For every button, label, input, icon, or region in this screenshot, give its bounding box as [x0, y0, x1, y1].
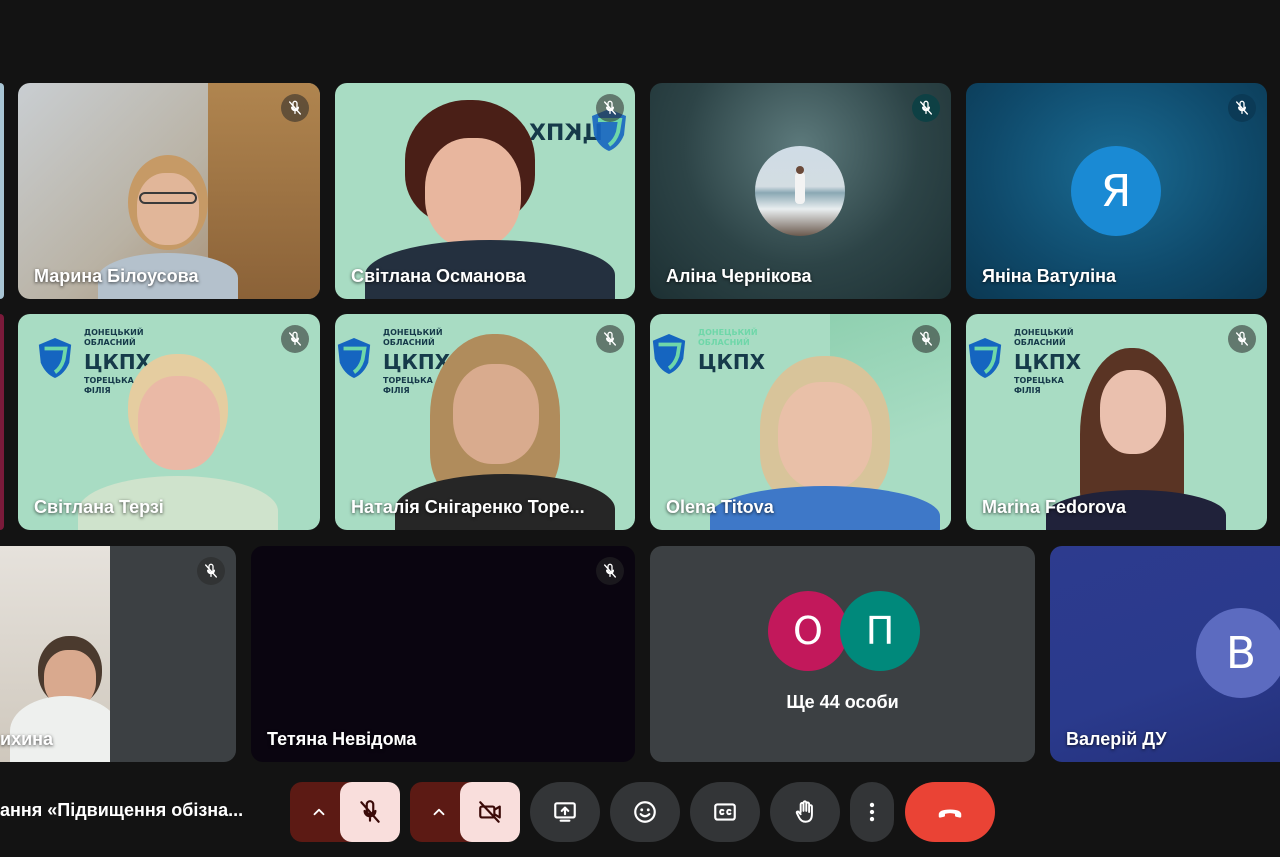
- chevron-up-icon: [313, 808, 325, 816]
- hangup-icon: [938, 809, 962, 818]
- mic-off-icon: [1228, 94, 1256, 122]
- captions-button[interactable]: [690, 782, 760, 842]
- mic-off-icon: [596, 557, 624, 585]
- mic-off-icon: [360, 800, 380, 823]
- raise-hand-icon: [795, 800, 813, 823]
- emoji-icon: [634, 801, 656, 823]
- chevron-up-icon: [433, 808, 445, 816]
- avatar: П: [840, 591, 920, 671]
- offscreen-tile-left-1: [0, 83, 4, 299]
- mic-off-icon: [281, 325, 309, 353]
- participant-tile[interactable]: ихина: [0, 546, 236, 762]
- participant-tile[interactable]: ДОНЕЦЬКИЙ ОБЛАСНИЙ ЦКПХ ТОРЕЦЬКА ФІЛІЯ Mar…: [966, 314, 1267, 530]
- mic-off-icon: [596, 94, 624, 122]
- camera-toggle-button[interactable]: [460, 782, 520, 842]
- avatar: О: [768, 591, 848, 671]
- raise-hand-button[interactable]: [770, 782, 840, 842]
- emoji-button[interactable]: [610, 782, 680, 842]
- participant-name: ихина: [0, 729, 54, 749]
- avatar: [755, 146, 845, 236]
- mic-off-icon: [596, 325, 624, 353]
- participant-tile[interactable]: ДОНЕЦЬКИЙ ОБЛАСНИЙ ЦКПХ ТОРЕЦЬКА ФІЛІЯ Нат…: [335, 314, 635, 530]
- participant-tile[interactable]: Я Яніна Ватуліна: [966, 83, 1267, 299]
- mic-off-icon: [1228, 325, 1256, 353]
- present-screen-icon: [554, 802, 576, 822]
- participant-tile[interactable]: ДОНЕЦЬКИЙ ОБЛАСНИЙ ЦКПХ ТОРЕЦЬКА ФІЛІЯ Сві…: [18, 314, 320, 530]
- participant-name: Світлана Терзі: [34, 497, 164, 517]
- participant-name: Марина Білоусова: [34, 266, 199, 286]
- more-participants-tile[interactable]: О П Ще 44 особи: [650, 546, 1035, 762]
- more-options-button[interactable]: [850, 782, 894, 842]
- mic-off-icon: [912, 94, 940, 122]
- participant-name: Тетяна Невідома: [267, 729, 417, 749]
- captions-icon: [714, 803, 736, 821]
- more-vert-icon: [869, 802, 875, 822]
- avatar: Я: [1071, 146, 1161, 236]
- participant-name: Olena Titova: [666, 497, 774, 517]
- participant-tile[interactable]: Тетяна Невідома: [251, 546, 635, 762]
- participant-name: Marina Fedorova: [982, 497, 1127, 517]
- mic-toggle-button[interactable]: [340, 782, 400, 842]
- offscreen-tile-left-2: [0, 314, 4, 530]
- participant-name: Наталія Снігаренко Торе...: [351, 497, 585, 517]
- participant-name: Світлана Османова: [351, 266, 526, 286]
- participant-name: Валерій ДУ: [1066, 729, 1167, 749]
- participant-name: Аліна Чернікова: [666, 266, 812, 286]
- participant-tile[interactable]: Аліна Чернікова: [650, 83, 951, 299]
- avatar: В: [1196, 608, 1280, 698]
- camera-off-icon: [479, 801, 501, 823]
- present-button[interactable]: [530, 782, 600, 842]
- participant-tile[interactable]: ЦКПХ Світлана Османова: [335, 83, 635, 299]
- leave-call-button[interactable]: [905, 782, 995, 842]
- participant-tile[interactable]: Марина Білоусова: [18, 83, 320, 299]
- mic-off-icon: [912, 325, 940, 353]
- participant-name: Яніна Ватуліна: [982, 266, 1117, 286]
- more-participants-label: Ще 44 особи: [786, 692, 899, 712]
- meeting-title: ання «Підвищення обізна...: [0, 800, 244, 820]
- mic-off-icon: [281, 94, 309, 122]
- mic-off-icon: [197, 557, 225, 585]
- participant-tile[interactable]: ДОНЕЦЬКИЙ ОБЛАСНИЙ ЦКПХ Olena Titova: [650, 314, 951, 530]
- participant-tile[interactable]: В Валерій ДУ: [1050, 546, 1280, 762]
